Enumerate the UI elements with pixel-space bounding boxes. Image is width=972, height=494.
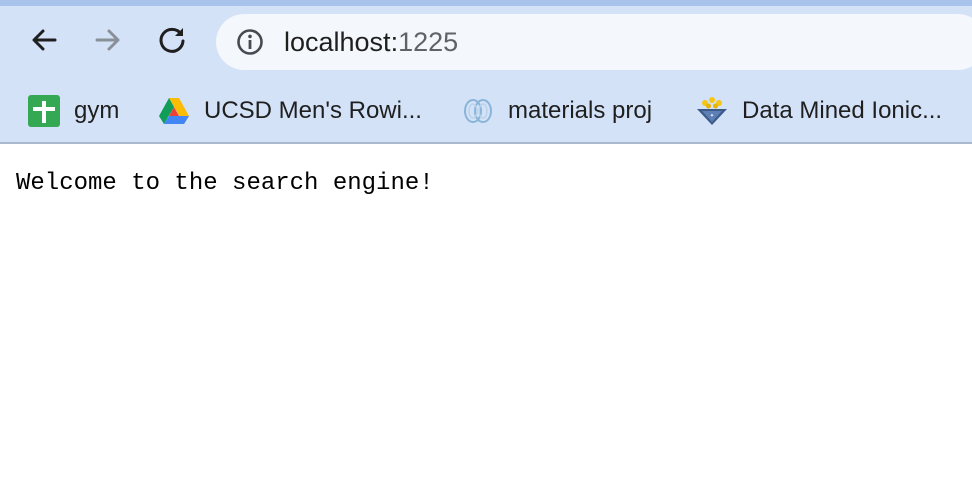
back-arrow-icon [32,29,57,51]
info-icon[interactable] [236,28,264,56]
browser-toolbar: localhost:1225 [0,6,972,78]
welcome-message: Welcome to the search engine! [16,170,434,197]
bookmark-materials-proj[interactable]: materials proj [462,80,652,142]
forward-button[interactable] [88,20,128,60]
page-content: Welcome to the search engine! [0,144,972,494]
shield-crest-icon: ✦ [697,97,727,125]
bookmarks-bar: gym UCSD Men's Rowi... materials proj ✦ … [0,80,972,142]
bookmark-label: materials proj [508,97,653,124]
reload-icon [159,27,185,53]
google-sheets-icon [28,95,60,127]
bookmark-label: gym [74,97,120,124]
bookmark-ucsd-rowing[interactable]: UCSD Men's Rowi... [158,80,422,142]
url-host: localhost: [284,27,399,57]
materials-project-icon [464,99,492,123]
address-bar[interactable]: localhost:1225 [216,14,972,70]
url-port: 1225 [398,27,459,57]
back-button[interactable] [24,20,64,60]
bookmark-gym[interactable]: gym [28,80,119,142]
forward-arrow-icon [95,29,120,51]
url-text[interactable]: localhost:1225 [284,14,458,70]
svg-text:✦: ✦ [710,113,714,119]
browser-chrome: localhost:1225 gym UCSD Men's Rowi... ma… [0,0,972,144]
google-drive-icon [159,98,189,124]
bookmark-label: UCSD Men's Rowi... [204,97,422,124]
reload-button[interactable] [152,20,192,60]
bookmark-data-mined-ionic[interactable]: ✦ Data Mined Ionic... [696,80,942,142]
bookmark-label: Data Mined Ionic... [742,97,943,124]
